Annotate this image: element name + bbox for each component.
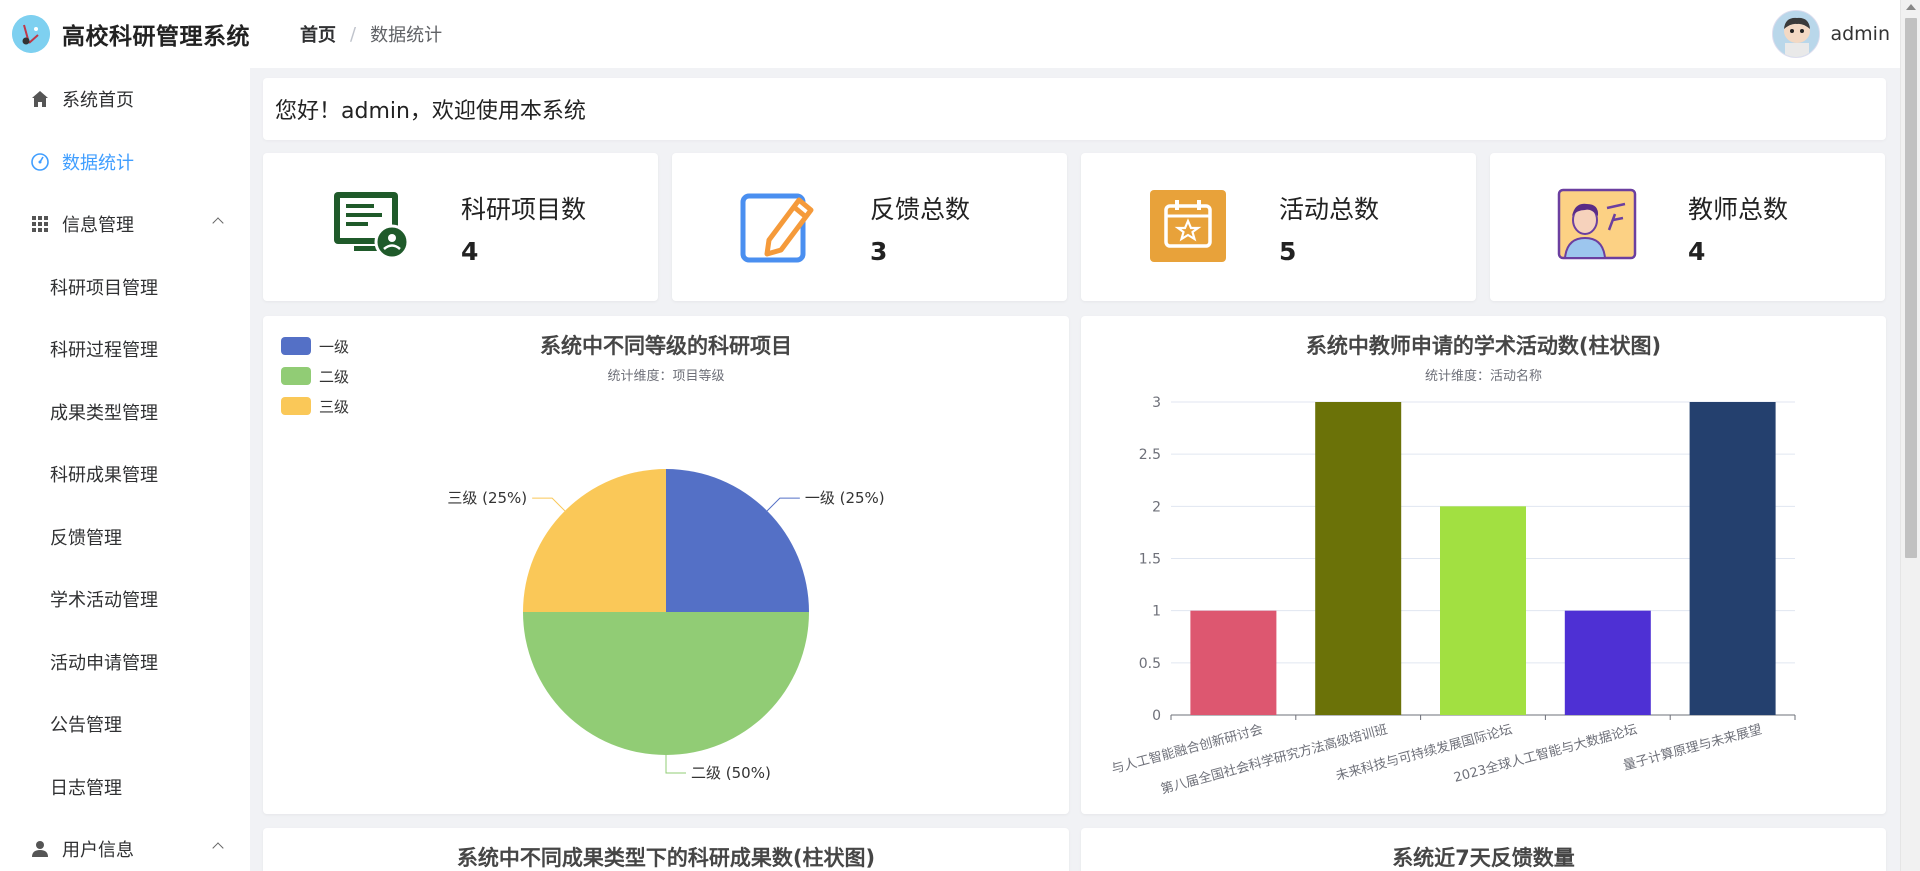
pie-slice[interactable] <box>523 469 666 612</box>
breadcrumb-separator: / <box>350 23 357 45</box>
stat-label: 活动总数 <box>1279 195 1380 224</box>
username[interactable]: admin <box>1830 23 1890 45</box>
grid-icon <box>30 214 50 234</box>
scroll-thumb[interactable] <box>1905 18 1917 558</box>
scroll-up-arrow-icon[interactable] <box>1906 4 1916 10</box>
sidebar-item-achievement-type[interactable]: 成果类型管理 <box>0 381 250 444</box>
sidebar-item-home[interactable]: 系统首页 <box>0 68 250 131</box>
app-title: 高校科研管理系统 <box>62 24 250 50</box>
sidebar-item-activity[interactable]: 学术活动管理 <box>0 568 250 631</box>
bar-chart-card: 系统中教师申请的学术活动数(柱状图) 统计维度：活动名称 0 0.5 1 1.5 2 2.… <box>1081 316 1886 814</box>
page-scrollbar[interactable] <box>1900 0 1920 871</box>
sidebar-group-user[interactable]: 用户信息 <box>0 818 250 871</box>
pie-label-line <box>665 755 686 774</box>
y-tick-label: 0 <box>1152 708 1161 724</box>
sidebar-group-label: 用户信息 <box>62 840 134 862</box>
pie-slice-label: 二级 (50%) <box>691 764 771 782</box>
calendar-star-icon <box>1148 186 1228 266</box>
logo-icon <box>12 15 50 53</box>
y-tick-label: 1 <box>1152 604 1161 620</box>
y-tick-label: 3 <box>1152 395 1161 411</box>
stat-card-projects: 科研项目数 4 <box>263 153 658 301</box>
bar[interactable] <box>1315 402 1402 715</box>
stat-value: 4 <box>461 237 479 266</box>
sidebar-item-notice[interactable]: 公告管理 <box>0 693 250 756</box>
stat-card-activities: 活动总数 5 <box>1081 153 1476 301</box>
stat-label: 反馈总数 <box>870 195 971 224</box>
top-header: 高校科研管理系统 首页 / 数据统计 admin <box>0 0 1900 68</box>
stat-label: 教师总数 <box>1688 195 1789 224</box>
sidebar-item-stats[interactable]: 数据统计 <box>0 131 250 194</box>
chart-title: 系统中不同成果类型下的科研成果数(柱状图) <box>456 846 876 870</box>
stat-card-teachers: 教师总数 4 <box>1490 153 1885 301</box>
pie-slice-label: 三级 (25%) <box>447 489 527 507</box>
teacher-board-icon <box>1557 186 1637 266</box>
bar[interactable] <box>1440 506 1526 715</box>
sidebar: 系统首页 数据统计 信息管理 科研项目管理 科研过程管理 成果类型管理 科研成果… <box>0 68 250 871</box>
monitor-user-icon <box>330 186 410 266</box>
pie-chart: 一级 (25%) 二级 (50%) 三级 (25%) <box>447 469 885 782</box>
bar-chart: 00.511.522.53与人工智能融合创新研讨会第八届全国社会科学研究方法高级… <box>1110 395 1796 797</box>
breadcrumb-current: 数据统计 <box>370 25 443 46</box>
stat-label: 科研项目数 <box>461 195 587 224</box>
x-tick-label: 第八届全国社会科学研究方法高级培训班 <box>1159 721 1389 797</box>
edit-pencil-icon <box>739 186 819 266</box>
stat-value: 5 <box>1279 237 1297 266</box>
bar[interactable] <box>1689 402 1776 715</box>
pie-label-line <box>532 497 566 512</box>
avatar[interactable] <box>1772 10 1821 58</box>
breadcrumb: 首页 / 数据统计 <box>300 21 442 47</box>
stat-value: 4 <box>1688 237 1706 266</box>
y-tick-label: 0.5 <box>1139 656 1161 672</box>
welcome-banner: 您好！admin，欢迎使用本系统 <box>263 78 1886 140</box>
x-tick-label: 量子计算原理与未来展望 <box>1621 721 1763 773</box>
pie-slice[interactable] <box>666 469 809 612</box>
sidebar-item-process[interactable]: 科研过程管理 <box>0 318 250 381</box>
sidebar-item-feedback[interactable]: 反馈管理 <box>0 506 250 569</box>
pie-slice-label: 一级 (25%) <box>805 489 885 507</box>
gauge-icon <box>30 152 50 172</box>
bar[interactable] <box>1564 610 1651 715</box>
sidebar-item-activity-apply[interactable]: 活动申请管理 <box>0 631 250 694</box>
chevron-up-icon <box>212 842 224 854</box>
stat-card-feedback: 反馈总数 3 <box>672 153 1067 301</box>
chart-title: 系统近7天反馈数量 <box>1392 846 1575 870</box>
user-icon <box>30 839 50 859</box>
sidebar-item-log[interactable]: 日志管理 <box>0 756 250 819</box>
chevron-up-icon <box>212 217 224 229</box>
y-tick-label: 2.5 <box>1139 447 1161 463</box>
sidebar-item-achievement[interactable]: 科研成果管理 <box>0 443 250 506</box>
breadcrumb-home[interactable]: 首页 <box>300 21 336 47</box>
home-icon <box>30 89 50 109</box>
achievement-chart-card: 系统中不同成果类型下的科研成果数(柱状图) <box>263 828 1069 871</box>
logo-area[interactable]: 高校科研管理系统 <box>0 15 285 53</box>
user-menu[interactable]: admin <box>1772 10 1890 58</box>
sidebar-item-label: 系统首页 <box>62 90 134 112</box>
y-tick-label: 2 <box>1152 499 1161 515</box>
sidebar-item-project[interactable]: 科研项目管理 <box>0 256 250 319</box>
pie-slice[interactable] <box>523 612 809 755</box>
bar[interactable] <box>1190 610 1277 715</box>
y-tick-label: 1.5 <box>1139 552 1161 568</box>
feedback-chart-card: 系统近7天反馈数量 <box>1081 828 1886 871</box>
sidebar-group-info[interactable]: 信息管理 <box>0 193 250 256</box>
stat-value: 3 <box>870 237 888 266</box>
sidebar-item-label: 数据统计 <box>62 152 134 174</box>
sidebar-group-label: 信息管理 <box>62 215 134 237</box>
pie-label-line <box>766 497 800 512</box>
pie-chart-card: 一级 二级 三级 系统中不同等级的科研项目 统计维度：项目等级 一级 (25%)… <box>263 316 1069 814</box>
